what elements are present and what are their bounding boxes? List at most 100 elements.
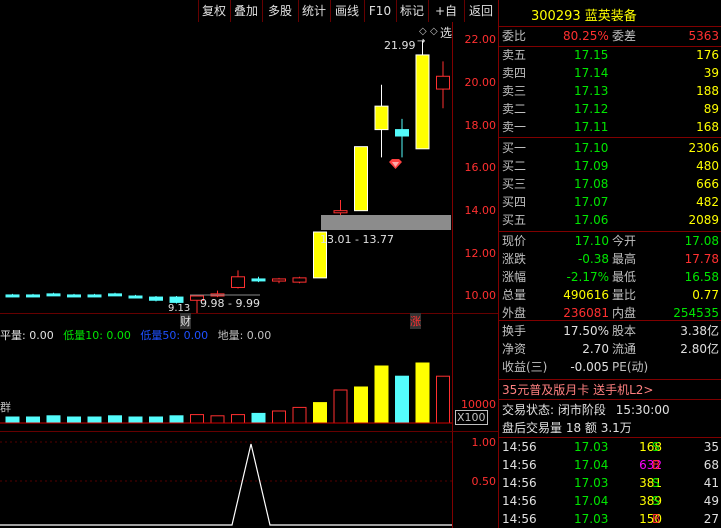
candle[interactable] xyxy=(46,292,61,297)
toolbar-f10-button[interactable]: F10 xyxy=(364,0,395,22)
buy-label: 买四 xyxy=(502,195,527,209)
stat-row[interactable]: 涨跌 -0.38 最高 17.78 xyxy=(499,251,721,268)
tick-side: S xyxy=(652,440,660,454)
sell-volume: 176 xyxy=(696,48,719,62)
candle[interactable] xyxy=(108,292,122,297)
after-hours-volume: 盘后交易量 18 额 3.1万 xyxy=(502,421,632,435)
candle[interactable] xyxy=(149,296,163,302)
candle[interactable] xyxy=(292,276,307,284)
candle[interactable] xyxy=(272,277,286,284)
volume-bar xyxy=(128,416,143,424)
candle-body xyxy=(87,294,102,298)
candle[interactable] xyxy=(374,84,389,158)
stat-row[interactable]: 净资 2.70 流通 2.80亿 xyxy=(499,341,721,358)
volume-bar xyxy=(149,416,163,424)
stat-row[interactable]: 外盘 236081 内盘 254535 xyxy=(499,305,721,322)
stat-value: 3.38亿 xyxy=(680,324,719,338)
candle-body xyxy=(169,296,184,303)
volume-bar xyxy=(313,402,327,424)
high-price-label: 21.99 xyxy=(384,39,416,52)
sell-row[interactable]: 卖四 17.14 39 xyxy=(499,65,721,82)
toolbar-multi-stock-button[interactable]: 多股 xyxy=(262,0,297,22)
tick-count: 68 xyxy=(703,458,719,472)
tick-row[interactable]: 14:56 17.04 389 S 49 xyxy=(499,493,721,509)
volume-bar xyxy=(108,415,122,424)
toolbar-draw-line-button[interactable]: 画线 xyxy=(330,0,363,22)
sell-row[interactable]: 卖二 17.12 89 xyxy=(499,101,721,118)
candle[interactable] xyxy=(67,293,81,298)
sell-row[interactable]: 卖五 17.15 176 xyxy=(499,47,721,64)
stat-value: 2.80亿 xyxy=(680,342,719,356)
indicator-chart[interactable] xyxy=(0,432,452,528)
stat-label: 收益(三) xyxy=(502,360,548,374)
weibi-value: 80.25% xyxy=(563,29,609,43)
stat-value: -2.17% xyxy=(566,270,609,284)
candle[interactable] xyxy=(128,294,143,299)
buy-volume: 2089 xyxy=(688,213,719,227)
buy-row[interactable]: 买五 17.06 2089 xyxy=(499,212,721,229)
tick-row[interactable]: 14:56 17.03 150 B 27 xyxy=(499,511,721,527)
buy-row[interactable]: 买三 17.08 666 xyxy=(499,176,721,193)
buy-row[interactable]: 买四 17.07 482 xyxy=(499,194,721,211)
stat-row[interactable]: 收益(三) -0.005 PE(动) xyxy=(499,359,721,376)
promo-link[interactable]: 35元普及版月卡 送手机L2> xyxy=(502,381,653,398)
vol-indicator-4: 地量: 0.00 xyxy=(217,329,272,342)
stat-row[interactable]: 总量 490616 量比 0.77 xyxy=(499,287,721,304)
candle-body xyxy=(149,296,163,301)
candle[interactable] xyxy=(87,293,102,298)
buy-row[interactable]: 买一 17.10 2306 xyxy=(499,140,721,157)
candle[interactable] xyxy=(231,270,245,289)
volume-bar xyxy=(272,410,286,424)
kline-chart-panel[interactable]: 复权 叠加 多股 统计 画线 F10 标记 +自选 返回 22.00 20.00… xyxy=(0,0,498,528)
candlestick-chart[interactable] xyxy=(0,22,452,313)
buy-row[interactable]: 买二 17.09 480 xyxy=(499,158,721,175)
tick-side: B xyxy=(652,458,661,472)
candle-body xyxy=(231,276,245,288)
candle[interactable] xyxy=(5,293,20,298)
limit-up-event-icon[interactable]: 涨 xyxy=(410,313,421,329)
tick-row[interactable]: 14:56 17.03 168 S 35 xyxy=(499,439,721,455)
stat-label: 外盘 xyxy=(502,306,527,320)
stat-row[interactable]: 换手 17.50% 股本 3.38亿 xyxy=(499,323,721,340)
tick-count: 41 xyxy=(703,476,719,490)
candle[interactable] xyxy=(415,40,430,150)
volume-bar xyxy=(292,406,307,424)
stat-value: 0.77 xyxy=(692,288,719,302)
candle[interactable] xyxy=(26,293,40,298)
candle-body xyxy=(251,278,266,282)
toolbar-stats-button[interactable]: 统计 xyxy=(298,0,329,22)
candle[interactable] xyxy=(333,200,348,216)
weibi-row: 委比 80.25% 委差 5363 xyxy=(499,28,721,45)
stat-value: 254535 xyxy=(673,306,719,320)
toolbar-mark-button[interactable]: 标记 xyxy=(396,0,427,22)
sell-label: 卖四 xyxy=(502,66,527,80)
weibi-label: 委比 xyxy=(502,29,527,43)
candle[interactable] xyxy=(436,61,450,109)
candle-body xyxy=(272,278,286,282)
toolbar-add-watchlist-button[interactable]: +自选 xyxy=(428,0,463,40)
sell-row[interactable]: 卖三 17.13 188 xyxy=(499,83,721,100)
stat-row[interactable]: 涨幅 -2.17% 最低 16.58 xyxy=(499,269,721,286)
sell-row[interactable]: 卖一 17.11 168 xyxy=(499,119,721,136)
indicator-tick: 0.50 xyxy=(471,475,497,488)
toolbar-overlay-button[interactable]: 叠加 xyxy=(230,0,261,22)
price-tick: 22.00 xyxy=(464,33,497,46)
weicha-value: 5363 xyxy=(688,29,719,43)
stat-row[interactable]: 现价 17.10 今开 17.08 xyxy=(499,233,721,250)
candle[interactable] xyxy=(251,276,266,283)
vol-indicator-2: 低量10: 0.00 xyxy=(63,329,131,342)
candle[interactable] xyxy=(395,118,409,158)
candle-body xyxy=(333,210,348,214)
candle-body xyxy=(354,146,368,212)
stat-label: 内盘 xyxy=(612,306,637,320)
tick-row[interactable]: 14:56 17.03 381 S 41 xyxy=(499,475,721,491)
volume-chart[interactable] xyxy=(0,343,452,425)
stat-value: 17.50% xyxy=(563,324,609,338)
toolbar-back-button[interactable]: 返回 xyxy=(464,0,497,22)
tick-row[interactable]: 14:56 17.04 632 B 68 xyxy=(499,457,721,473)
buy-label: 买五 xyxy=(502,213,527,227)
buy-price: 17.07 xyxy=(574,195,609,209)
toolbar-fuquan-button[interactable]: 复权 xyxy=(198,0,229,22)
candle-body xyxy=(108,293,122,297)
candle[interactable] xyxy=(354,146,368,212)
